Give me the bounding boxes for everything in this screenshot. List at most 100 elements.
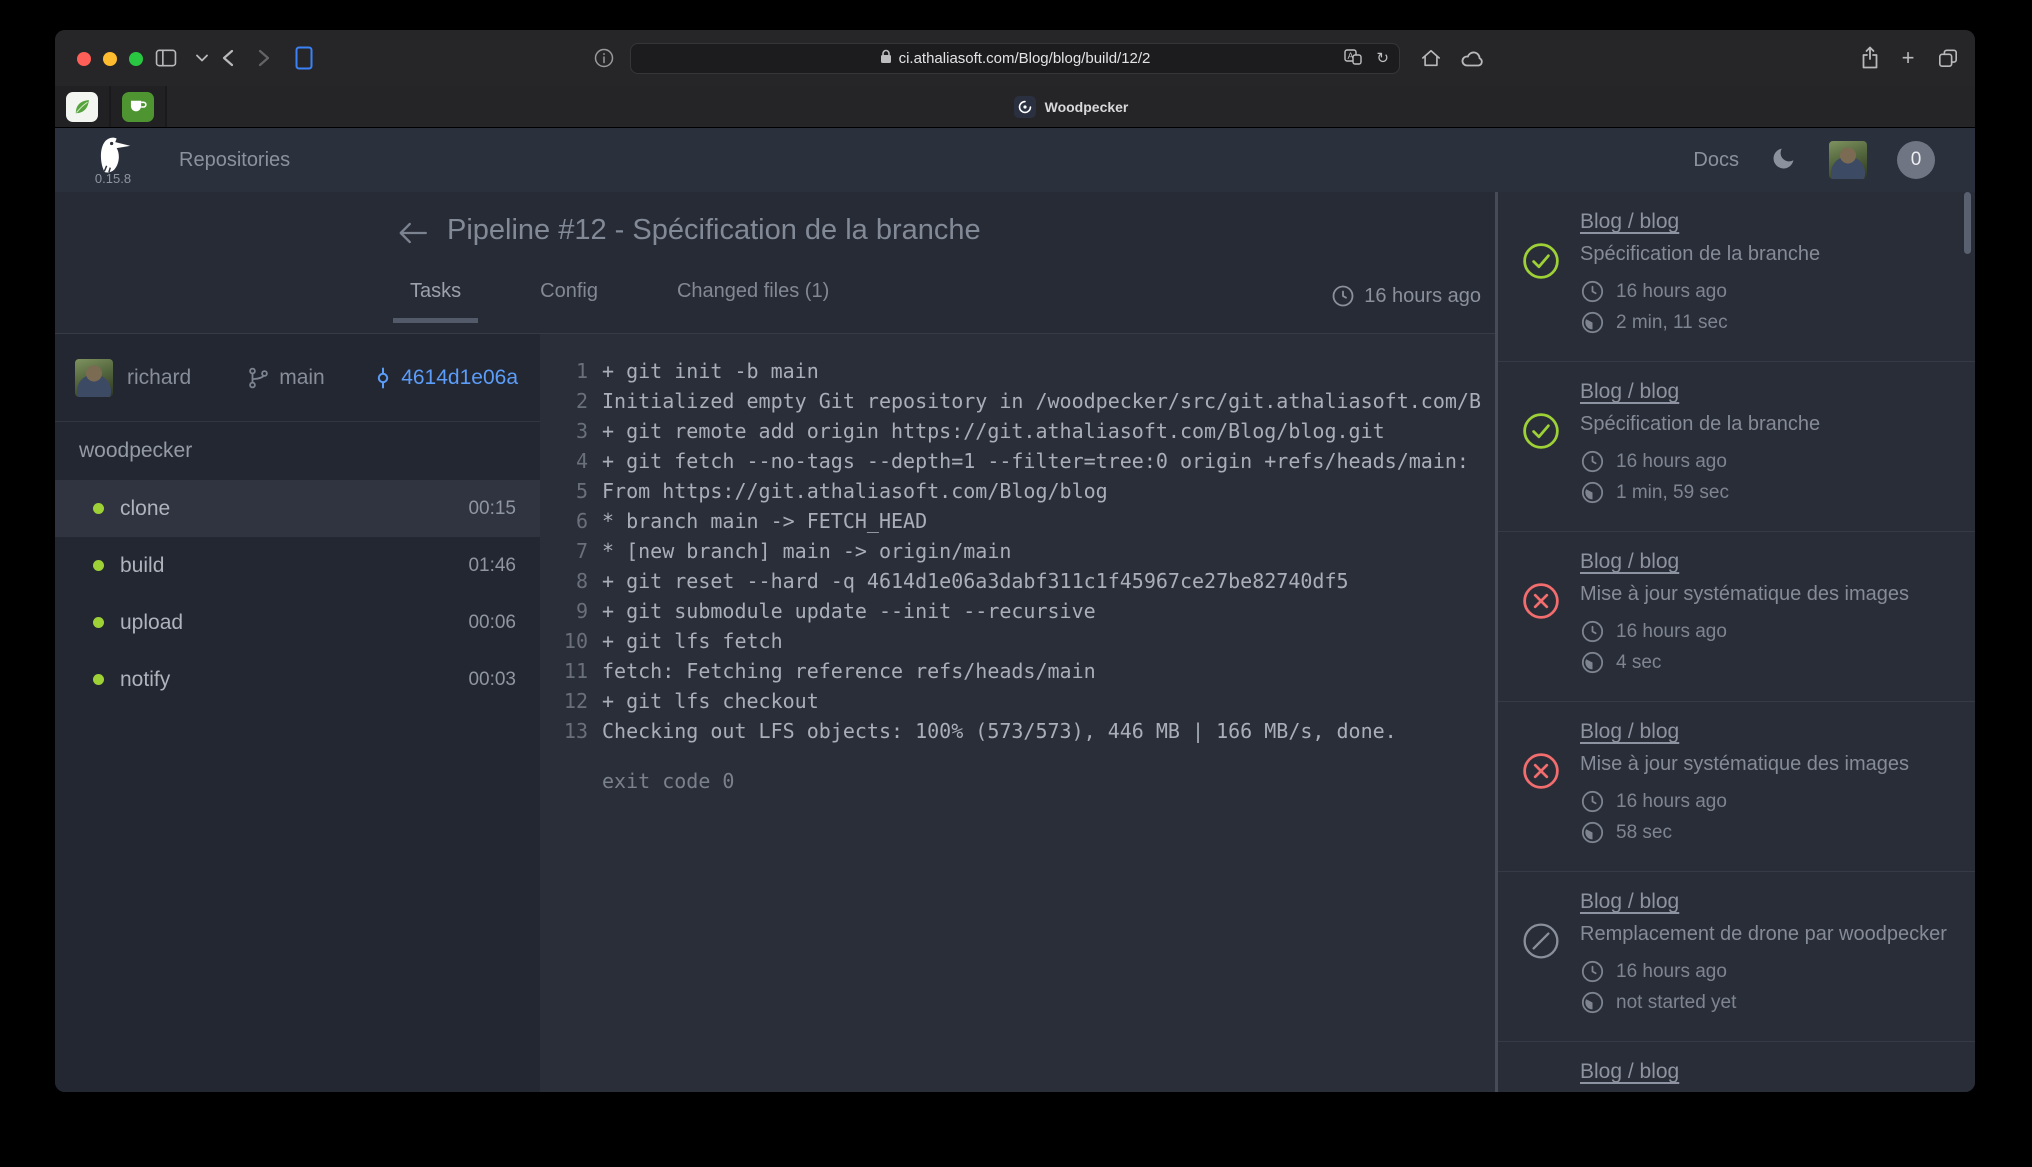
reload-icon[interactable]: ↻ xyxy=(1376,51,1389,66)
version-label: 0.15.8 xyxy=(95,171,131,186)
repo-link[interactable]: Blog / blog xyxy=(1580,890,1679,914)
repo-link[interactable]: Blog / blog xyxy=(1580,380,1679,404)
home-icon[interactable] xyxy=(1418,46,1444,70)
line-number: 5 xyxy=(558,476,588,506)
pinned-tab-2[interactable] xyxy=(111,86,165,127)
line-number: 3 xyxy=(558,416,588,446)
clock-icon xyxy=(1580,619,1605,644)
console-lines: 1 + git init -b main 2 Initialized empty… xyxy=(558,356,1485,746)
repo-link[interactable]: Blog / blog xyxy=(1580,1060,1679,1084)
cloud-icon[interactable] xyxy=(1459,46,1485,70)
entry-duration: 2 min, 11 sec xyxy=(1580,310,1820,335)
woodpecker-app: 0.15.8 Repositories Docs 0 Pipeline #12 … xyxy=(55,128,1975,1092)
step-success-dot xyxy=(93,617,104,628)
console-log[interactable]: 1 + git init -b main 2 Initialized empty… xyxy=(540,334,1495,1092)
user-avatar[interactable] xyxy=(1829,141,1867,179)
failure-icon xyxy=(1522,752,1560,790)
line-text: + git remote add origin https://git.atha… xyxy=(602,416,1385,446)
console-line: 6 * branch main -> FETCH_HEAD xyxy=(558,506,1485,536)
line-number: 9 xyxy=(558,596,588,626)
step-row[interactable]: clone 00:15 xyxy=(55,480,540,537)
line-number: 12 xyxy=(558,686,588,716)
repo-link[interactable]: Blog / blog xyxy=(1580,550,1679,574)
commit-message: Remplacement de drone par woodpecker xyxy=(1580,923,1947,946)
commit-icon xyxy=(371,366,395,390)
line-text: + git fetch --no-tags --depth=1 --filter… xyxy=(602,446,1469,476)
pinned-tab-1[interactable] xyxy=(55,86,109,127)
zoom-window-button[interactable] xyxy=(129,52,143,66)
nav-docs-link[interactable]: Docs xyxy=(1693,149,1739,172)
entry-time: 16 hours ago xyxy=(1580,449,1820,474)
new-tab-icon[interactable]: + xyxy=(1895,46,1921,70)
sidebar-toggle-icon[interactable] xyxy=(153,46,179,70)
step-success-dot xyxy=(93,560,104,571)
pipeline-list-item[interactable]: Blog / blog Remplacement de drone par wo… xyxy=(1498,872,1975,1042)
pipeline-tab[interactable]: Tasks xyxy=(393,272,478,329)
step-row[interactable]: upload 00:06 xyxy=(55,594,540,651)
page-title: Pipeline #12 - Spécification de la branc… xyxy=(447,214,981,247)
pipeline-list-item[interactable]: Blog / blog Remplacement de drone par wo… xyxy=(1498,1042,1975,1092)
dark-mode-moon-icon[interactable] xyxy=(1769,143,1799,178)
branch-icon xyxy=(247,366,271,390)
nav-repositories-link[interactable]: Repositories xyxy=(179,149,290,172)
entry-duration: not started yet xyxy=(1580,990,1947,1015)
reading-list-page-icon[interactable] xyxy=(291,46,317,70)
close-window-button[interactable] xyxy=(77,52,91,66)
pipeline-list-item[interactable]: Blog / blog Mise à jour systématique des… xyxy=(1498,702,1975,872)
minimize-window-button[interactable] xyxy=(103,52,117,66)
line-text: * branch main -> FETCH_HEAD xyxy=(602,506,927,536)
notification-badge[interactable]: 0 xyxy=(1897,141,1935,179)
step-list: clone 00:15 build 01:46 xyxy=(55,480,540,708)
line-text: + git lfs checkout xyxy=(602,686,819,716)
pipeline-tab[interactable]: Changed files (1) xyxy=(660,272,846,329)
back-arrow-icon[interactable] xyxy=(397,218,429,248)
skipped-icon xyxy=(1522,922,1560,960)
pipeline-list-item[interactable]: Blog / blog Mise à jour systématique des… xyxy=(1498,532,1975,702)
step-row[interactable]: build 01:46 xyxy=(55,537,540,594)
tab-overview-icon[interactable] xyxy=(1935,46,1961,70)
browser-titlebar: ci.athaliasoft.com/Blog/blog/build/12/2 … xyxy=(55,30,1975,86)
url-text: ci.athaliasoft.com/Blog/blog/build/12/2 xyxy=(899,50,1151,67)
woodpecker-favicon xyxy=(1014,96,1036,118)
active-tab[interactable]: Woodpecker xyxy=(167,86,1975,127)
step-row[interactable]: notify 00:03 xyxy=(55,651,540,708)
info-icon[interactable] xyxy=(591,46,617,70)
repo-link[interactable]: Blog / blog xyxy=(1580,720,1679,744)
entry-time: 16 hours ago xyxy=(1580,279,1820,304)
pipeline-list-item[interactable]: Blog / blog Spécification de la branche … xyxy=(1498,192,1975,362)
address-bar[interactable]: ci.athaliasoft.com/Blog/blog/build/12/2 … xyxy=(630,43,1400,74)
line-number: 8 xyxy=(558,566,588,596)
browser-window: ci.athaliasoft.com/Blog/blog/build/12/2 … xyxy=(55,30,1975,1092)
console-line: 4 + git fetch --no-tags --depth=1 --filt… xyxy=(558,446,1485,476)
app-navbar: 0.15.8 Repositories Docs 0 xyxy=(55,128,1975,192)
success-icon xyxy=(1522,242,1560,280)
success-icon xyxy=(1522,412,1560,450)
duration-icon xyxy=(1580,990,1605,1015)
clock-icon xyxy=(1331,284,1355,308)
line-number: 1 xyxy=(558,356,588,386)
page-scrollbar-thumb[interactable] xyxy=(1964,192,1971,254)
line-number: 13 xyxy=(558,716,588,746)
line-text: + git reset --hard -q 4614d1e06a3dabf311… xyxy=(602,566,1349,596)
woodpecker-logo[interactable]: 0.15.8 xyxy=(81,134,145,186)
line-text: + git submodule update --init --recursiv… xyxy=(602,596,1096,626)
recent-pipelines-sidebar: Blog / blog Spécification de la branche … xyxy=(1495,192,1975,1092)
entry-time: 16 hours ago xyxy=(1580,959,1947,984)
pipeline-tab[interactable]: Config xyxy=(523,272,615,329)
lock-icon xyxy=(880,49,892,68)
translate-icon[interactable]: A xyxy=(1344,49,1362,69)
chevron-down-icon[interactable] xyxy=(189,46,215,70)
duration-icon xyxy=(1580,820,1605,845)
repo-link[interactable]: Blog / blog xyxy=(1580,210,1679,234)
forward-icon[interactable] xyxy=(251,46,277,70)
console-line: 13 Checking out LFS objects: 100% (573/5… xyxy=(558,716,1485,746)
failure-icon xyxy=(1522,582,1560,620)
back-icon[interactable] xyxy=(215,46,241,70)
commit-link[interactable]: 4614d1e06a xyxy=(371,366,518,390)
steps-sidebar: richard main 4614d1e06a woodpecker xyxy=(55,334,540,1092)
pipeline-list-item[interactable]: Blog / blog Spécification de la branche … xyxy=(1498,362,1975,532)
line-number: 2 xyxy=(558,386,588,416)
share-icon[interactable] xyxy=(1857,46,1883,70)
step-success-dot xyxy=(93,674,104,685)
clock-icon xyxy=(1580,279,1605,304)
